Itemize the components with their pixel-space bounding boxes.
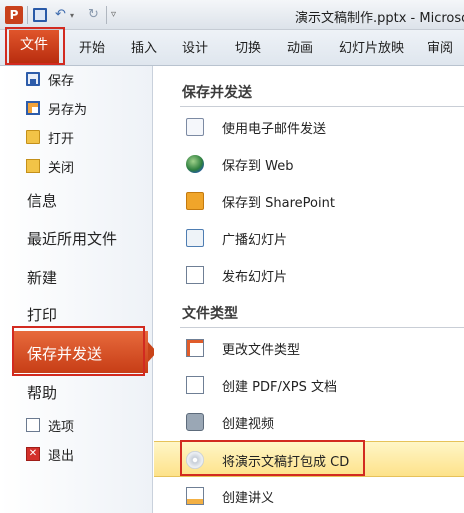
nav-open-label: 打开 [48, 131, 75, 147]
nav-close-label: 关闭 [48, 160, 75, 176]
section-title-file-types: 文件类型 [182, 306, 238, 322]
item-send-email[interactable]: 使用电子邮件发送 [154, 109, 464, 145]
tab-insert[interactable]: 插入 [131, 37, 157, 56]
nav-save-as-label: 另存为 [48, 102, 88, 118]
handouts-icon [186, 487, 204, 505]
tab-home[interactable]: 开始 [79, 37, 105, 56]
nav-new[interactable]: 新建 [27, 267, 57, 288]
item-broadcast[interactable]: 广播幻灯片 [154, 220, 464, 256]
broadcast-icon [186, 229, 204, 247]
redo-icon[interactable]: ↻ [88, 7, 99, 22]
divider [27, 6, 28, 24]
item-save-web[interactable]: 保存到 Web [154, 146, 464, 182]
section-title-save-send: 保存并发送 [182, 85, 252, 101]
nav-options[interactable]: 选项 [26, 415, 74, 435]
email-attachment-icon [186, 118, 204, 136]
item-save-sharepoint[interactable]: 保存到 SharePoint [154, 183, 464, 219]
nav-options-label: 选项 [48, 419, 75, 435]
ribbon-tabs: 文件 开始 插入 设计 切换 动画 幻灯片放映 审阅 [0, 30, 464, 66]
nav-exit[interactable]: ✕ 退出 [26, 444, 74, 464]
item-label: 创建 PDF/XPS 文档 [222, 380, 337, 395]
divider [180, 106, 464, 107]
item-label: 使用电子邮件发送 [222, 122, 327, 137]
change-file-type-icon [186, 339, 204, 357]
nav-help[interactable]: 帮助 [27, 382, 57, 403]
nav-recent[interactable]: 最近所用文件 [27, 228, 117, 249]
undo-icon[interactable]: ↶ [55, 7, 66, 22]
save-as-icon [26, 101, 40, 115]
item-label: 创建讲义 [222, 491, 275, 506]
save-icon[interactable] [33, 8, 47, 22]
sharepoint-icon [186, 192, 204, 210]
item-label: 发布幻灯片 [222, 270, 288, 285]
nav-save[interactable]: 保存 [26, 69, 74, 89]
tab-slideshow[interactable]: 幻灯片放映 [339, 37, 404, 56]
nav-save-label: 保存 [48, 73, 75, 89]
save-icon [26, 72, 40, 86]
options-icon [26, 418, 40, 432]
tab-transitions[interactable]: 切换 [235, 37, 261, 56]
nav-save-as[interactable]: 另存为 [26, 98, 87, 118]
item-label: 更改文件类型 [222, 343, 301, 358]
nav-print[interactable]: 打印 [27, 304, 57, 325]
nav-exit-label: 退出 [48, 448, 75, 464]
item-change-file-type[interactable]: 更改文件类型 [154, 330, 464, 366]
tab-animations[interactable]: 动画 [287, 37, 313, 56]
globe-icon [186, 155, 204, 173]
item-label: 保存到 SharePoint [222, 196, 335, 211]
folder-open-icon [26, 130, 40, 144]
tab-design[interactable]: 设计 [182, 37, 208, 56]
item-create-video[interactable]: 创建视频 [154, 404, 464, 440]
undo-dropdown-icon[interactable]: ▾ [70, 11, 74, 20]
folder-close-icon [26, 159, 40, 173]
window-title: 演示文稿制作.pptx - Microsof [295, 11, 464, 26]
item-label: 创建视频 [222, 417, 275, 432]
file-tab-highlight [5, 27, 65, 65]
tab-review[interactable]: 审阅 [427, 37, 453, 56]
exit-icon: ✕ [26, 447, 40, 461]
title-bar: P ↶ ▾ ↻ ▿ 演示文稿制作.pptx - Microsof [0, 0, 464, 30]
powerpoint-app-icon[interactable]: P [5, 6, 23, 24]
package-cd-highlight [180, 440, 365, 476]
divider [106, 6, 107, 24]
publish-slides-icon [186, 266, 204, 284]
nav-open[interactable]: 打开 [26, 127, 74, 147]
item-create-handouts[interactable]: 创建讲义 [154, 478, 464, 513]
item-create-pdf[interactable]: 创建 PDF/XPS 文档 [154, 367, 464, 403]
save-send-highlight [12, 326, 145, 376]
nav-close[interactable]: 关闭 [26, 156, 74, 176]
customize-quick-access-icon[interactable]: ▿ [111, 9, 116, 20]
pdf-document-icon [186, 376, 204, 394]
item-label: 广播幻灯片 [222, 233, 288, 248]
divider [180, 327, 464, 328]
item-publish-slides[interactable]: 发布幻灯片 [154, 257, 464, 293]
nav-info[interactable]: 信息 [27, 190, 57, 211]
backstage-nav: 保存 另存为 打开 关闭 信息 最近所用文件 新建 打印 帮助 选项 ✕ 退出 [0, 66, 153, 513]
item-label: 保存到 Web [222, 159, 294, 174]
video-icon [186, 413, 204, 431]
